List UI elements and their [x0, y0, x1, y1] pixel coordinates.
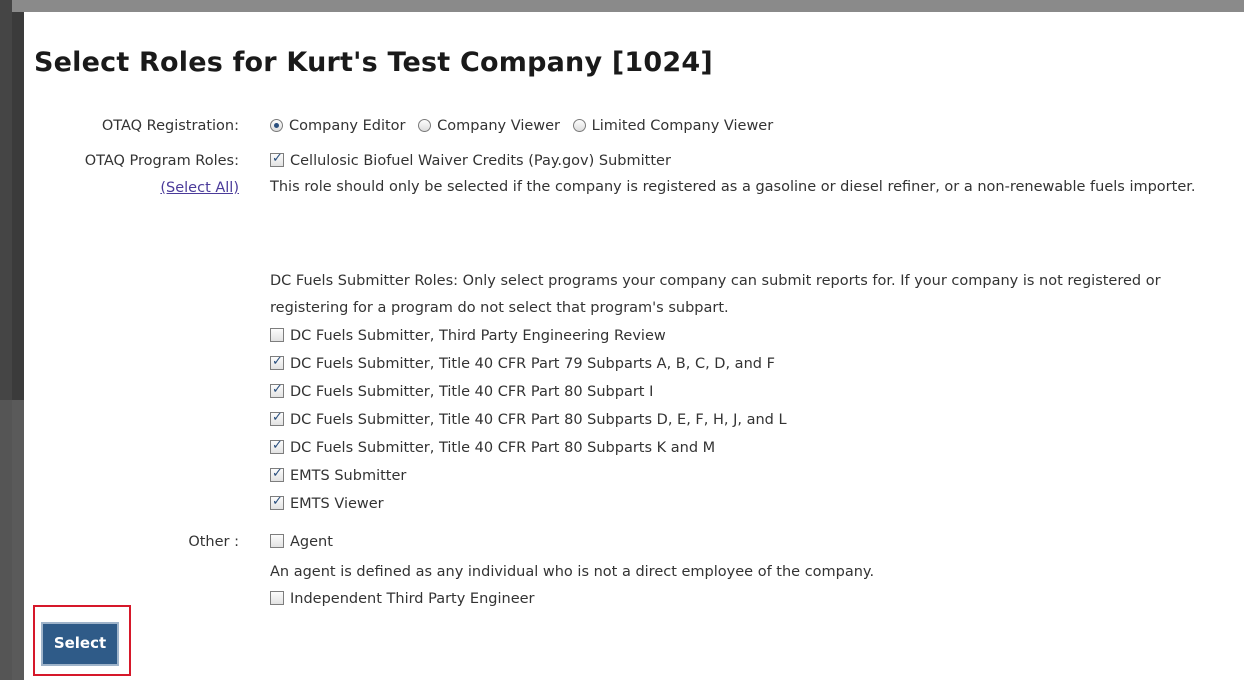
checkbox-icon[interactable]: [270, 328, 284, 342]
checkbox-icon[interactable]: [270, 438, 284, 454]
radio-company-viewer[interactable]: Company Viewer: [418, 118, 560, 134]
checkbox-icon[interactable]: [270, 591, 284, 605]
radio-icon[interactable]: [270, 119, 283, 132]
checkbox-icon[interactable]: [270, 494, 284, 510]
checkbox-dc-part79[interactable]: DC Fuels Submitter, Title 40 CFR Part 79…: [270, 354, 775, 372]
program-roles-label: OTAQ Program Roles:: [84, 153, 239, 169]
backdrop-panel: [12, 12, 24, 400]
backdrop-panel-lower: [12, 400, 24, 680]
checkbox-cellulosic[interactable]: Cellulosic Biofuel Waiver Credits (Pay.g…: [270, 151, 671, 169]
checkbox-independent-engineer[interactable]: Independent Third Party Engineer: [270, 591, 535, 607]
checkbox-agent[interactable]: Agent: [270, 534, 333, 550]
checkbox-icon[interactable]: [270, 151, 284, 167]
checkbox-emts-viewer[interactable]: EMTS Viewer: [270, 494, 384, 512]
backdrop-left: [0, 0, 12, 680]
checkbox-dc-part80-i[interactable]: DC Fuels Submitter, Title 40 CFR Part 80…: [270, 382, 653, 400]
checkbox-dc-part80-defhjl[interactable]: DC Fuels Submitter, Title 40 CFR Part 80…: [270, 410, 787, 428]
dialog-title: Select Roles for Kurt's Test Company [10…: [34, 47, 713, 78]
checkbox-dc-third-party[interactable]: DC Fuels Submitter, Third Party Engineer…: [270, 328, 666, 344]
radio-limited-company-viewer[interactable]: Limited Company Viewer: [572, 118, 773, 134]
select-all-link[interactable]: (Select All): [160, 180, 239, 196]
select-button[interactable]: Select: [41, 622, 119, 666]
dc-fuels-note: DC Fuels Submitter Roles: Only select pr…: [270, 273, 1161, 316]
agent-note: An agent is defined as any individual wh…: [270, 564, 875, 580]
registration-label: OTAQ Registration:: [101, 118, 239, 134]
other-label: Other :: [188, 534, 239, 550]
radio-icon[interactable]: [572, 119, 586, 132]
cellulosic-note: This role should only be selected if the…: [270, 179, 1196, 195]
checkbox-icon[interactable]: [270, 354, 284, 370]
checkbox-icon[interactable]: [270, 466, 284, 482]
checkbox-dc-part80-km[interactable]: DC Fuels Submitter, Title 40 CFR Part 80…: [270, 438, 715, 456]
backdrop-top: [0, 0, 1244, 12]
select-roles-dialog: Select Roles for Kurt's Test Company [10…: [24, 12, 1244, 680]
registration-options: Company Editor Company Viewer Limited Co…: [270, 118, 781, 134]
checkbox-icon[interactable]: [270, 534, 284, 548]
radio-company-editor[interactable]: Company Editor: [270, 118, 406, 134]
checkbox-icon[interactable]: [270, 410, 284, 426]
radio-icon[interactable]: [418, 119, 432, 132]
checkbox-emts-submitter[interactable]: EMTS Submitter: [270, 466, 406, 484]
checkbox-icon[interactable]: [270, 382, 284, 398]
